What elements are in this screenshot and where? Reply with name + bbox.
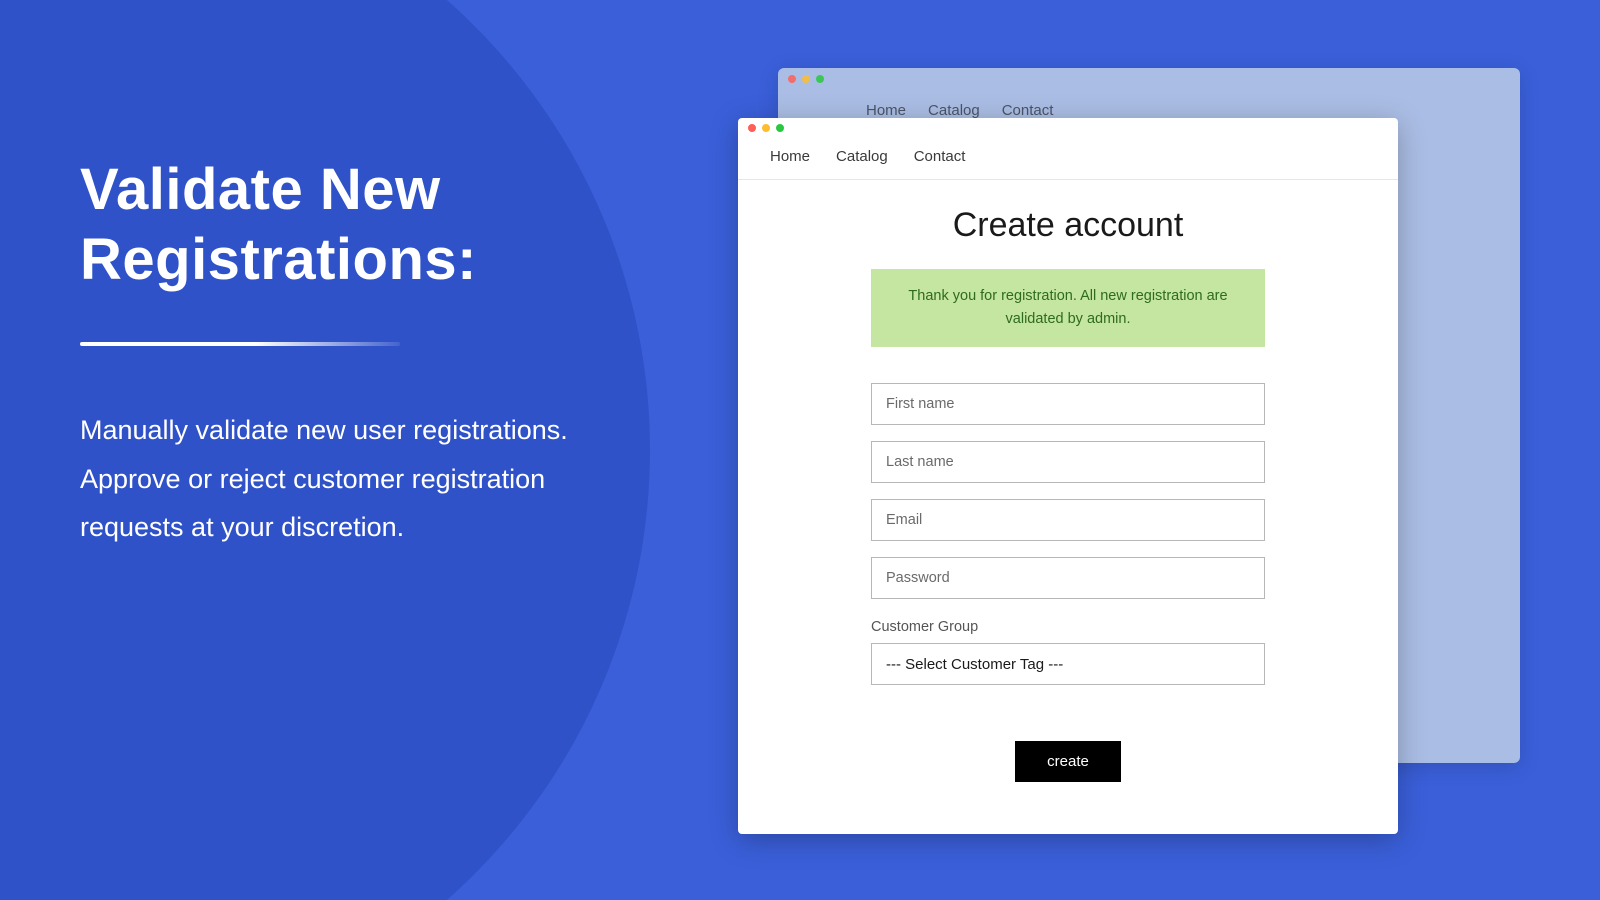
marketing-body: Manually validate new user registrations… [80,406,620,552]
window-close-icon[interactable] [748,124,756,132]
success-notice: Thank you for registration. All new regi… [871,269,1265,347]
nav-contact[interactable]: Contact [914,148,966,165]
nav-home[interactable]: Home [770,148,810,165]
nav-home-back[interactable]: Home [866,102,906,119]
window-front-titlebar [738,118,1398,138]
customer-group-selected: --- Select Customer Tag --- [886,656,1063,673]
headline-line-1: Validate New [80,157,441,222]
window-minimize-icon[interactable] [762,124,770,132]
create-button[interactable]: create [1015,741,1121,782]
browser-window-front: Home Catalog Contact Create account Than… [738,118,1398,834]
last-name-field[interactable] [871,441,1265,483]
headline-line-2: Registrations: [80,227,477,292]
window-back-titlebar [778,68,1520,90]
create-account-form: Create account Thank you for registratio… [738,180,1398,834]
divider [80,342,400,346]
marketing-panel: Validate New Registrations: Manually val… [80,155,620,552]
window-minimize-icon[interactable] [802,75,810,83]
form-title: Create account [953,206,1184,245]
nav-contact-back[interactable]: Contact [1002,102,1054,119]
nav-catalog-back[interactable]: Catalog [928,102,980,119]
customer-group-label: Customer Group [871,619,1265,635]
headline: Validate New Registrations: [80,155,620,294]
customer-group-select[interactable]: --- Select Customer Tag --- [871,643,1265,685]
window-maximize-icon[interactable] [776,124,784,132]
email-field[interactable] [871,499,1265,541]
first-name-field[interactable] [871,383,1265,425]
nav-catalog[interactable]: Catalog [836,148,888,165]
window-maximize-icon[interactable] [816,75,824,83]
window-close-icon[interactable] [788,75,796,83]
front-window-nav: Home Catalog Contact [738,138,1398,180]
password-field[interactable] [871,557,1265,599]
